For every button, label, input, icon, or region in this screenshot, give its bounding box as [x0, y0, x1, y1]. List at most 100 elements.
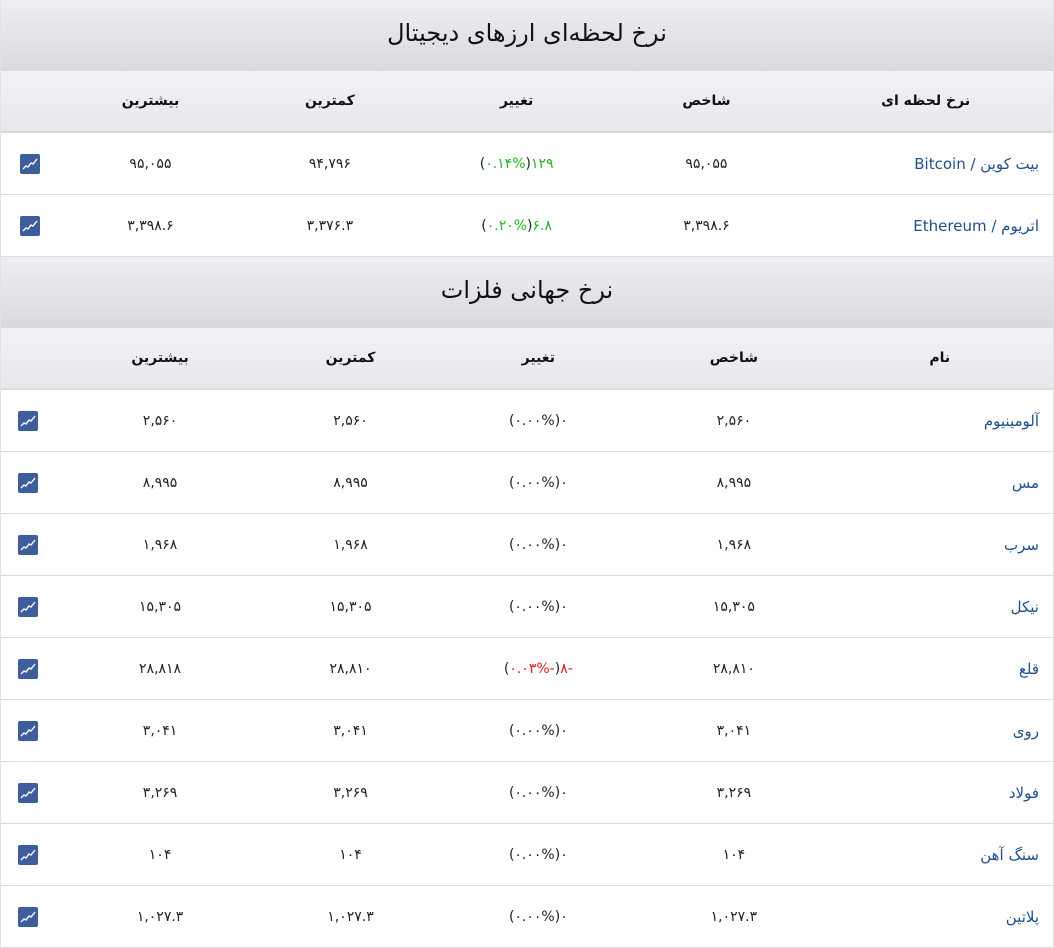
chart-line-icon[interactable]	[20, 153, 41, 174]
change-amount: ۶.۸	[532, 217, 553, 234]
header-chart	[1, 328, 55, 390]
chart-line-icon[interactable]	[17, 844, 38, 865]
asset-name-link[interactable]: مس	[826, 451, 1053, 514]
change-value: ۰(۰.۰۰%)	[435, 513, 642, 576]
change-amount: -۸	[560, 660, 573, 677]
index-value: ۳,۲۶۹	[641, 761, 827, 824]
chart-line-icon[interactable]	[17, 658, 38, 679]
change-value: ۰(۰.۰۰%)	[435, 761, 642, 824]
asset-name-link[interactable]: بیت کوین / Bitcoin	[798, 132, 1053, 195]
index-value: ۲۸,۸۱۰	[641, 637, 827, 700]
change-amount: ۱۲۹	[530, 155, 554, 172]
header-name: نرخ لحظه ای	[798, 71, 1053, 133]
change-value: ۰(۰.۰۰%)	[435, 885, 642, 948]
metals-section-title: نرخ جهانی فلزات	[1, 257, 1053, 328]
asset-name-link[interactable]: نیکل	[826, 575, 1053, 638]
change-percent: ۰.۱۴%	[485, 155, 526, 172]
change-percent: ۰.۰۰%	[514, 784, 555, 801]
high-value: ۸,۹۹۵	[54, 451, 266, 514]
chart-cell	[1, 699, 55, 762]
chart-cell	[1, 637, 55, 700]
change-percent: -۰.۰۳%	[509, 660, 555, 677]
change-percent: ۰.۰۰%	[514, 412, 555, 429]
change-amount: ۰	[560, 846, 568, 863]
index-value: ۱,۰۲۷.۳	[641, 885, 827, 948]
low-value: ۳,۳۷۶.۳	[241, 194, 419, 257]
chart-line-icon[interactable]	[17, 720, 38, 741]
chart-line-icon[interactable]	[17, 782, 38, 803]
metals-body: آلومینیوم ۲,۵۶۰ ۰(۰.۰۰%) ۲,۵۶۰ ۲,۵۶۰ مس ۸,۹۹۵ ۰…	[1, 389, 1053, 948]
header-index: شاخص	[641, 328, 827, 390]
chart-line-icon[interactable]	[17, 906, 38, 927]
change-percent: ۰.۰۰%	[514, 846, 555, 863]
chart-line-icon[interactable]	[17, 534, 38, 555]
table-row: آلومینیوم ۲,۵۶۰ ۰(۰.۰۰%) ۲,۵۶۰ ۲,۵۶۰	[1, 389, 1053, 452]
high-value: ۳,۳۹۸.۶	[59, 194, 242, 257]
crypto-table: نرخ لحظه ای شاخص تغییر کمترین بیشترین بی…	[1, 71, 1053, 257]
high-value: ۱۵,۳۰۵	[54, 575, 266, 638]
high-value: ۳,۲۶۹	[54, 761, 266, 824]
metals-table: نام شاخص تغییر کمترین بیشترین آلومینیوم ۲…	[1, 328, 1053, 948]
change-value: ۰(۰.۰۰%)	[435, 575, 642, 638]
low-value: ۳,۲۶۹	[265, 761, 436, 824]
chart-cell	[1, 761, 55, 824]
chart-line-icon[interactable]	[17, 410, 38, 431]
high-value: ۹۵,۰۵۵	[59, 132, 242, 195]
change-amount: ۰	[560, 474, 568, 491]
table-row: بیت کوین / Bitcoin ۹۵,۰۵۵ ۱۲۹(۰.۱۴%) ۹۴,۷۹۶…	[1, 132, 1053, 195]
change-value: -۸(-۰.۰۳%)	[435, 637, 642, 700]
high-value: ۲,۵۶۰	[54, 389, 266, 452]
low-value: ۲,۵۶۰	[265, 389, 436, 452]
header-low: کمترین	[265, 328, 436, 390]
low-value: ۱۰۴	[265, 823, 436, 886]
index-value: ۲,۵۶۰	[641, 389, 827, 452]
change-value: ۰(۰.۰۰%)	[435, 389, 642, 452]
asset-name-link[interactable]: سرب	[826, 513, 1053, 576]
low-value: ۱,۰۲۷.۳	[265, 885, 436, 948]
chart-cell	[1, 132, 60, 195]
change-amount: ۰	[560, 908, 568, 925]
chart-line-icon[interactable]	[17, 472, 38, 493]
low-value: ۸,۹۹۵	[265, 451, 436, 514]
asset-name-link[interactable]: قلع	[826, 637, 1053, 700]
asset-name-link[interactable]: سنگ آهن	[826, 823, 1053, 886]
chart-line-icon[interactable]	[17, 596, 38, 617]
chart-line-icon[interactable]	[20, 215, 41, 236]
index-value: ۸,۹۹۵	[641, 451, 827, 514]
table-row: فولاد ۳,۲۶۹ ۰(۰.۰۰%) ۳,۲۶۹ ۳,۲۶۹	[1, 761, 1053, 824]
crypto-section-title: نرخ لحظه‌ای ارزهای دیجیتال	[1, 0, 1053, 71]
change-percent: ۰.۰۰%	[514, 722, 555, 739]
index-value: ۳,۰۴۱	[641, 699, 827, 762]
chart-cell	[1, 451, 55, 514]
index-value: ۱,۹۶۸	[641, 513, 827, 576]
asset-name-link[interactable]: پلاتین	[826, 885, 1053, 948]
high-value: ۱,۰۲۷.۳	[54, 885, 266, 948]
crypto-header-row: نرخ لحظه ای شاخص تغییر کمترین بیشترین	[1, 71, 1053, 133]
table-row: پلاتین ۱,۰۲۷.۳ ۰(۰.۰۰%) ۱,۰۲۷.۳ ۱,۰۲۷.۳	[1, 885, 1053, 948]
asset-name-link[interactable]: فولاد	[826, 761, 1053, 824]
header-chart	[1, 71, 60, 133]
change-amount: ۰	[560, 784, 568, 801]
change-percent: ۰.۰۰%	[514, 598, 555, 615]
table-row: مس ۸,۹۹۵ ۰(۰.۰۰%) ۸,۹۹۵ ۸,۹۹۵	[1, 451, 1053, 514]
change-percent: ۰.۲۰%	[486, 217, 528, 234]
index-value: ۹۵,۰۵۵	[614, 132, 799, 195]
change-percent: ۰.۰۰%	[514, 536, 555, 553]
chart-cell	[1, 885, 55, 948]
change-amount: ۰	[560, 412, 568, 429]
change-value: ۰(۰.۰۰%)	[435, 823, 642, 886]
chart-cell	[1, 575, 55, 638]
header-high: بیشترین	[54, 328, 266, 390]
change-percent: ۰.۰۰%	[514, 908, 555, 925]
header-index: شاخص	[614, 71, 799, 133]
asset-name-link[interactable]: اتریوم / Ethereum	[798, 194, 1053, 257]
chart-cell	[1, 194, 60, 257]
header-change: تغییر	[435, 328, 642, 390]
change-amount: ۰	[560, 598, 568, 615]
high-value: ۲۸,۸۱۸	[54, 637, 266, 700]
change-amount: ۰	[560, 536, 568, 553]
asset-name-link[interactable]: آلومینیوم	[826, 389, 1053, 452]
low-value: ۱۵,۳۰۵	[265, 575, 436, 638]
index-value: ۱۰۴	[641, 823, 827, 886]
asset-name-link[interactable]: روی	[826, 699, 1053, 762]
